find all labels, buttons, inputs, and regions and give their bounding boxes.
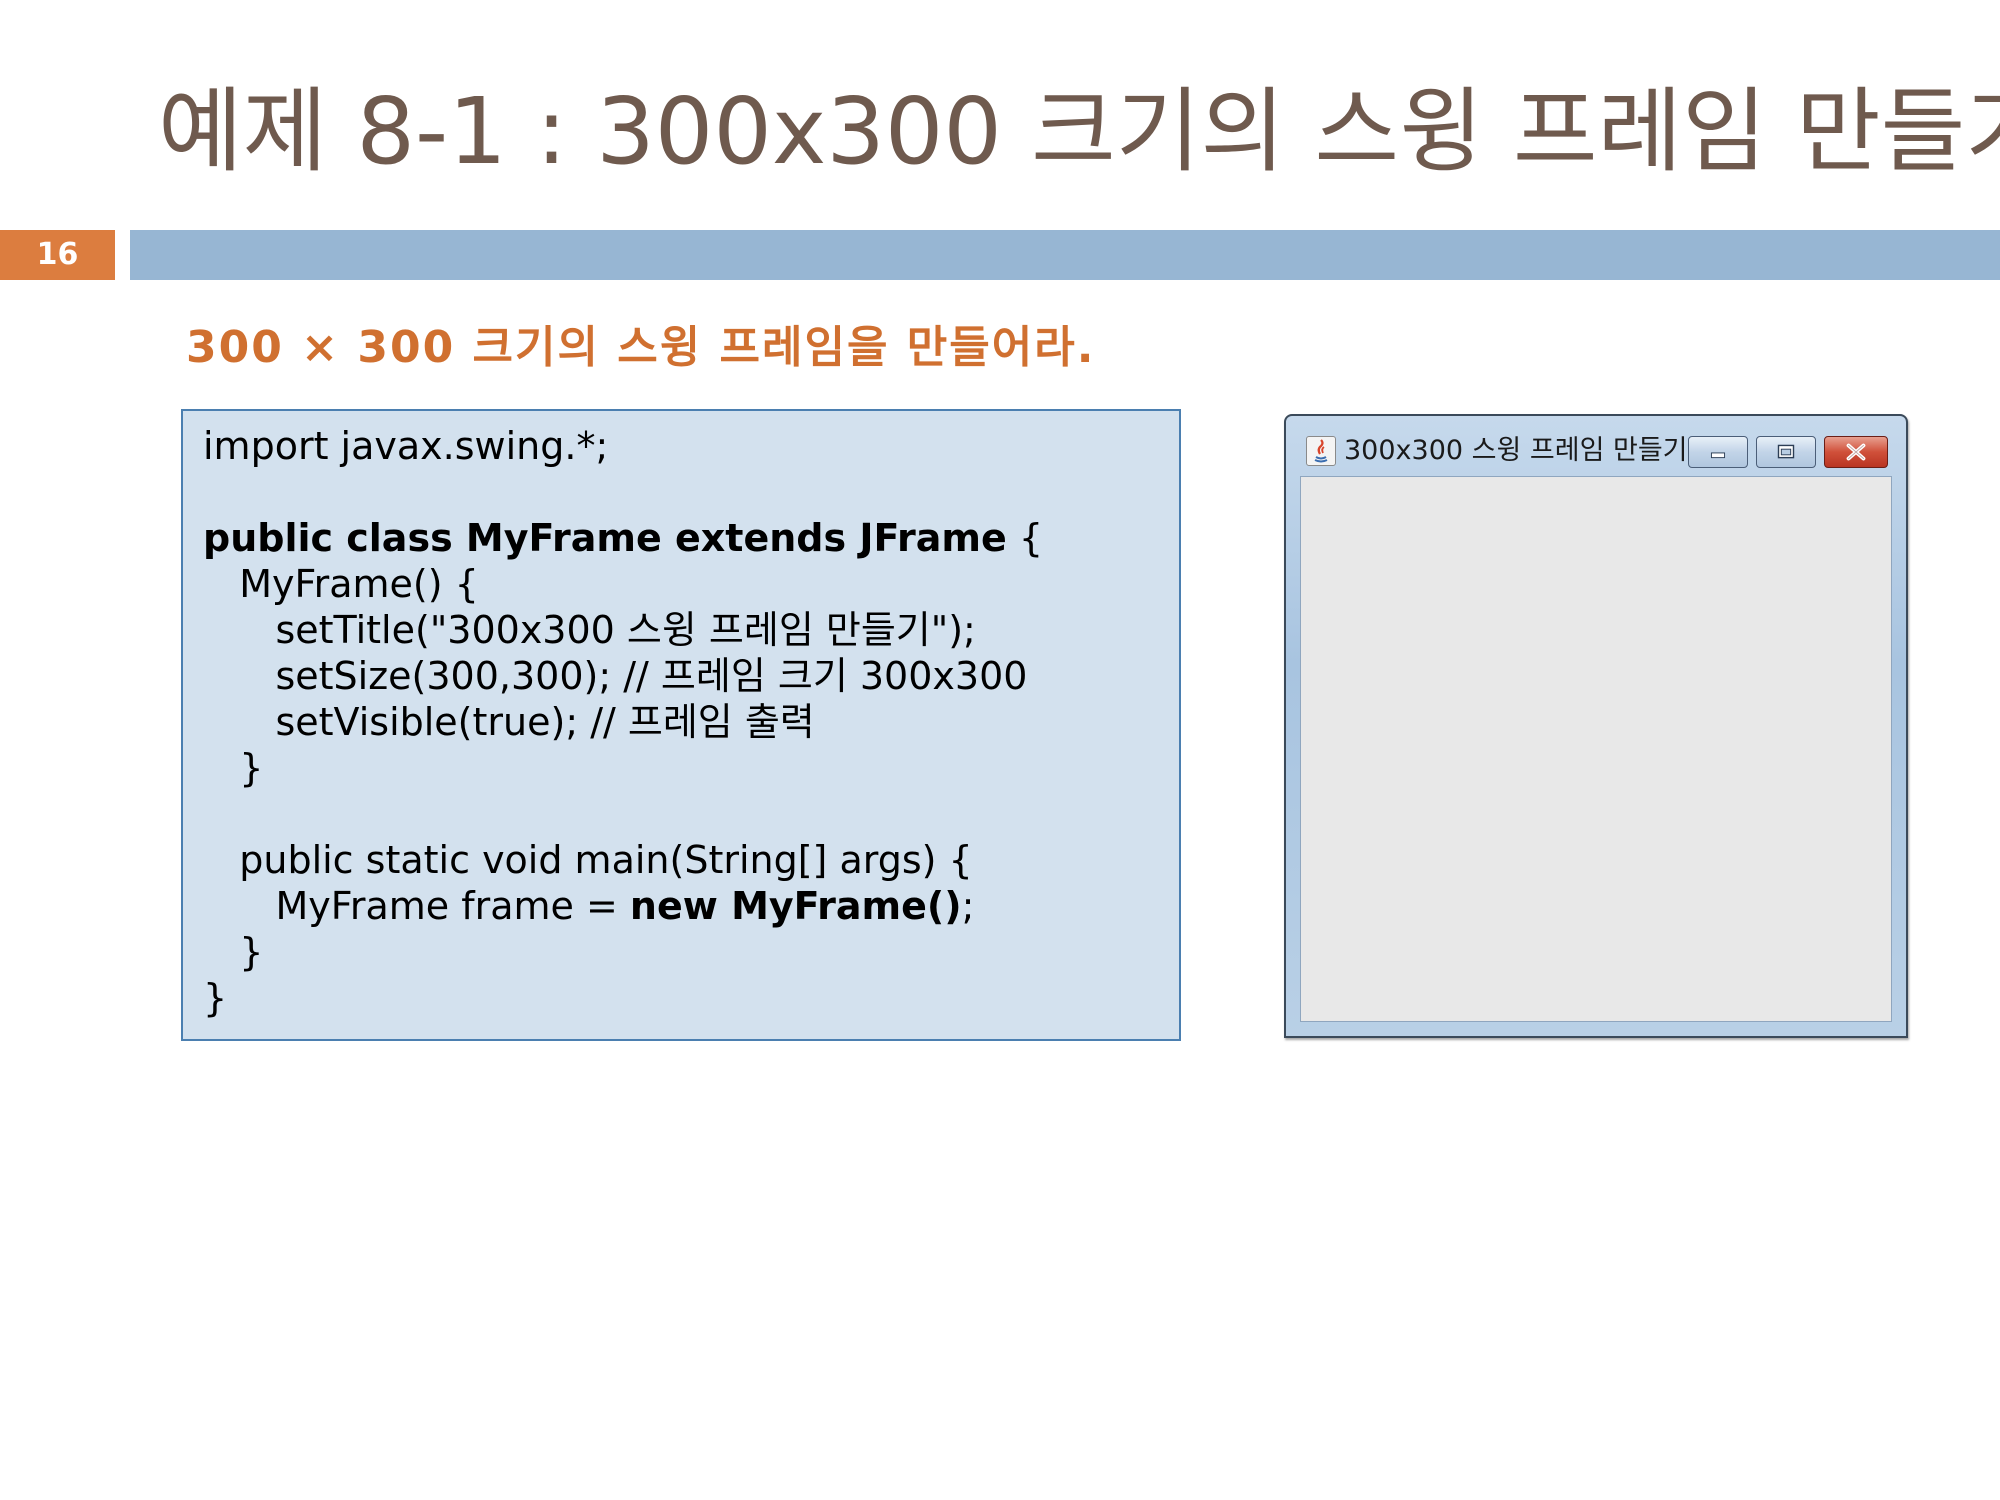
minimize-icon — [1710, 452, 1726, 459]
window-title-bar[interactable]: 300x300 스윙 프레임 만들기 — [1286, 416, 1906, 474]
code-line: } — [203, 930, 264, 974]
window-title: 300x300 스윙 프레임 만들기 — [1344, 435, 1688, 466]
code-line: } — [203, 976, 228, 1020]
code-text: MyFrame frame = — [203, 884, 630, 928]
code-line: public static void main(String[] args) { — [203, 838, 973, 882]
page-number-badge: 16 — [0, 230, 115, 280]
code-keyword: public class MyFrame extends JFrame — [203, 516, 1007, 560]
title-divider-bar — [130, 230, 2000, 280]
code-line: public class MyFrame extends JFrame { — [203, 515, 1043, 561]
slide-title: 예제 8-1 : 300x300 크기의 스윙 프레임 만들기 — [158, 78, 2000, 185]
code-keyword: new MyFrame() — [629, 884, 962, 928]
swing-frame-window: 300x300 스윙 프레임 만들기 — [1284, 414, 1908, 1038]
close-icon — [1846, 443, 1866, 461]
maximize-icon — [1777, 444, 1795, 459]
code-line: setTitle("300x300 스윙 프레임 만들기"); — [203, 608, 976, 652]
code-line: MyFrame frame = new MyFrame(); — [203, 883, 974, 929]
code-line: setSize(300,300); // 프레임 크기 300x300 — [203, 654, 1028, 698]
slide-subtitle: 300 × 300 크기의 스윙 프레임을 만들어라. — [186, 322, 1096, 373]
code-box: import javax.swing.*; public class MyFra… — [181, 409, 1181, 1041]
close-button[interactable] — [1824, 436, 1888, 468]
code-line: } — [203, 746, 264, 790]
minimize-button[interactable] — [1688, 436, 1748, 468]
maximize-button[interactable] — [1756, 436, 1816, 468]
code-text: { — [1006, 516, 1044, 560]
code-line: setVisible(true); // 프레임 출력 — [203, 700, 815, 744]
code-line: MyFrame() { — [203, 562, 479, 606]
code-line: import javax.swing.*; — [203, 424, 609, 468]
code-text: ; — [961, 884, 975, 928]
frame-content-pane — [1300, 476, 1892, 1022]
java-icon[interactable] — [1306, 436, 1336, 466]
